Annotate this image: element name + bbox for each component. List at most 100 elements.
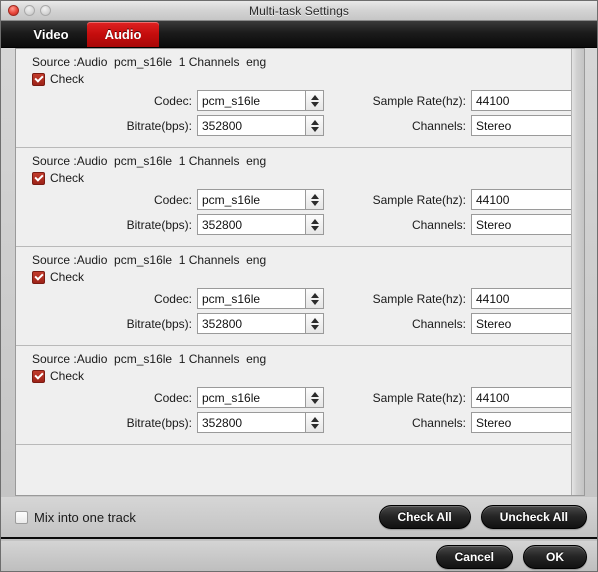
codec-value[interactable]: pcm_s16le xyxy=(197,90,305,111)
bitrate-stepper[interactable]: 352800 xyxy=(197,214,324,235)
bitrate-stepper-arrows[interactable] xyxy=(305,412,324,433)
vertical-scrollbar[interactable] xyxy=(570,49,584,495)
tab-audio[interactable]: Audio xyxy=(87,22,159,47)
track-checkbox[interactable] xyxy=(32,270,45,284)
track-check-row[interactable]: Check xyxy=(32,72,571,86)
bitrate-stepper-arrows[interactable] xyxy=(305,214,324,235)
codec-stepper-arrows[interactable] xyxy=(305,189,324,210)
chevron-down-icon[interactable] xyxy=(310,101,319,107)
sample-rate-stepper[interactable]: 44100 xyxy=(471,189,571,210)
codec-stepper[interactable]: pcm_s16le xyxy=(197,189,324,210)
chevron-up-icon[interactable] xyxy=(310,218,319,224)
channels-stepper[interactable]: Stereo xyxy=(471,313,571,334)
codec-row: Codec: pcm_s16le xyxy=(108,90,324,111)
bitrate-stepper-arrows[interactable] xyxy=(305,115,324,136)
track-checkbox[interactable] xyxy=(32,171,45,185)
channels-row: Channels: Stereo xyxy=(358,214,571,235)
sample-rate-stepper[interactable]: 44100 xyxy=(471,387,571,408)
bitrate-stepper[interactable]: 352800 xyxy=(197,412,324,433)
chevron-down-icon[interactable] xyxy=(310,324,319,330)
chevron-up-icon[interactable] xyxy=(310,119,319,125)
chevron-up-icon[interactable] xyxy=(310,94,319,100)
track-fields-left: Codec: pcm_s16le Bitrate(bps): 352800 xyxy=(108,90,324,136)
sample-rate-value[interactable]: 44100 xyxy=(471,288,571,309)
sample-rate-row: Sample Rate(hz): 44100 xyxy=(358,90,571,111)
bitrate-row: Bitrate(bps): 352800 xyxy=(108,412,324,433)
chevron-up-icon[interactable] xyxy=(310,391,319,397)
tab-video[interactable]: Video xyxy=(15,22,87,47)
close-button-icon[interactable] xyxy=(8,5,19,16)
codec-value[interactable]: pcm_s16le xyxy=(197,387,305,408)
chevron-down-icon[interactable] xyxy=(310,423,319,429)
tab-bar: Video Audio xyxy=(1,21,597,48)
bitrate-label: Bitrate(bps): xyxy=(126,415,192,430)
chevron-up-icon[interactable] xyxy=(310,416,319,422)
codec-stepper[interactable]: pcm_s16le xyxy=(197,288,324,309)
chevron-up-icon[interactable] xyxy=(310,317,319,323)
bitrate-label: Bitrate(bps): xyxy=(126,316,192,331)
track-checkbox[interactable] xyxy=(32,72,45,86)
window-title: Multi-task Settings xyxy=(249,3,349,18)
sample-rate-row: Sample Rate(hz): 44100 xyxy=(358,189,571,210)
sample-rate-stepper[interactable]: 44100 xyxy=(471,90,571,111)
cancel-button[interactable]: Cancel xyxy=(435,545,513,569)
bitrate-stepper[interactable]: 352800 xyxy=(197,115,324,136)
track-fields-right: Sample Rate(hz): 44100 Channels: Stereo xyxy=(358,90,571,136)
track-check-row[interactable]: Check xyxy=(32,171,571,185)
channels-label: Channels: xyxy=(411,217,466,232)
channels-stepper[interactable]: Stereo xyxy=(471,412,571,433)
chevron-up-icon[interactable] xyxy=(310,193,319,199)
channels-value[interactable]: Stereo xyxy=(471,214,571,235)
bitrate-label: Bitrate(bps): xyxy=(126,217,192,232)
codec-stepper[interactable]: pcm_s16le xyxy=(197,90,324,111)
codec-value[interactable]: pcm_s16le xyxy=(197,288,305,309)
channels-row: Channels: Stereo xyxy=(358,115,571,136)
channels-stepper[interactable]: Stereo xyxy=(471,115,571,136)
sample-rate-label: Sample Rate(hz): xyxy=(372,291,466,306)
ok-button[interactable]: OK xyxy=(523,545,587,569)
bitrate-row: Bitrate(bps): 352800 xyxy=(108,313,324,334)
track-check-row[interactable]: Check xyxy=(32,270,571,284)
codec-stepper[interactable]: pcm_s16le xyxy=(197,387,324,408)
sample-rate-stepper[interactable]: 44100 xyxy=(471,288,571,309)
channels-value[interactable]: Stereo xyxy=(471,115,571,136)
bitrate-value[interactable]: 352800 xyxy=(197,313,305,334)
codec-label: Codec: xyxy=(153,390,192,405)
dialog-footer: Cancel OK xyxy=(1,541,597,571)
codec-stepper-arrows[interactable] xyxy=(305,288,324,309)
track-fields-left: Codec: pcm_s16le Bitrate(bps): 352800 xyxy=(108,387,324,433)
minimize-button-icon[interactable] xyxy=(24,5,35,16)
chevron-down-icon[interactable] xyxy=(310,225,319,231)
channels-stepper[interactable]: Stereo xyxy=(471,214,571,235)
maximize-button-icon[interactable] xyxy=(40,5,51,16)
mix-into-one-track-row[interactable]: Mix into one track xyxy=(15,510,136,525)
bitrate-stepper[interactable]: 352800 xyxy=(197,313,324,334)
track-check-row[interactable]: Check xyxy=(32,369,571,383)
chevron-down-icon[interactable] xyxy=(310,200,319,206)
audio-track-panel: Source :Audio pcm_s16le 1 Channels eng C… xyxy=(16,49,571,148)
chevron-down-icon[interactable] xyxy=(310,398,319,404)
chevron-up-icon[interactable] xyxy=(310,292,319,298)
bitrate-value[interactable]: 352800 xyxy=(197,412,305,433)
codec-value[interactable]: pcm_s16le xyxy=(197,189,305,210)
track-checkbox-label: Check xyxy=(50,369,85,383)
bottom-toolbar: Mix into one track Check All Uncheck All xyxy=(1,497,597,539)
sample-rate-value[interactable]: 44100 xyxy=(471,387,571,408)
bitrate-value[interactable]: 352800 xyxy=(197,214,305,235)
codec-row: Codec: pcm_s16le xyxy=(108,288,324,309)
mix-into-one-track-checkbox[interactable] xyxy=(15,510,28,524)
chevron-down-icon[interactable] xyxy=(310,126,319,132)
codec-stepper-arrows[interactable] xyxy=(305,387,324,408)
codec-stepper-arrows[interactable] xyxy=(305,90,324,111)
track-checkbox-label: Check xyxy=(50,72,85,86)
check-all-button[interactable]: Check All xyxy=(378,505,471,529)
sample-rate-value[interactable]: 44100 xyxy=(471,189,571,210)
uncheck-all-button[interactable]: Uncheck All xyxy=(480,505,587,529)
channels-value[interactable]: Stereo xyxy=(471,412,571,433)
chevron-down-icon[interactable] xyxy=(310,299,319,305)
bitrate-value[interactable]: 352800 xyxy=(197,115,305,136)
bitrate-stepper-arrows[interactable] xyxy=(305,313,324,334)
channels-value[interactable]: Stereo xyxy=(471,313,571,334)
track-checkbox[interactable] xyxy=(32,369,45,383)
sample-rate-value[interactable]: 44100 xyxy=(471,90,571,111)
